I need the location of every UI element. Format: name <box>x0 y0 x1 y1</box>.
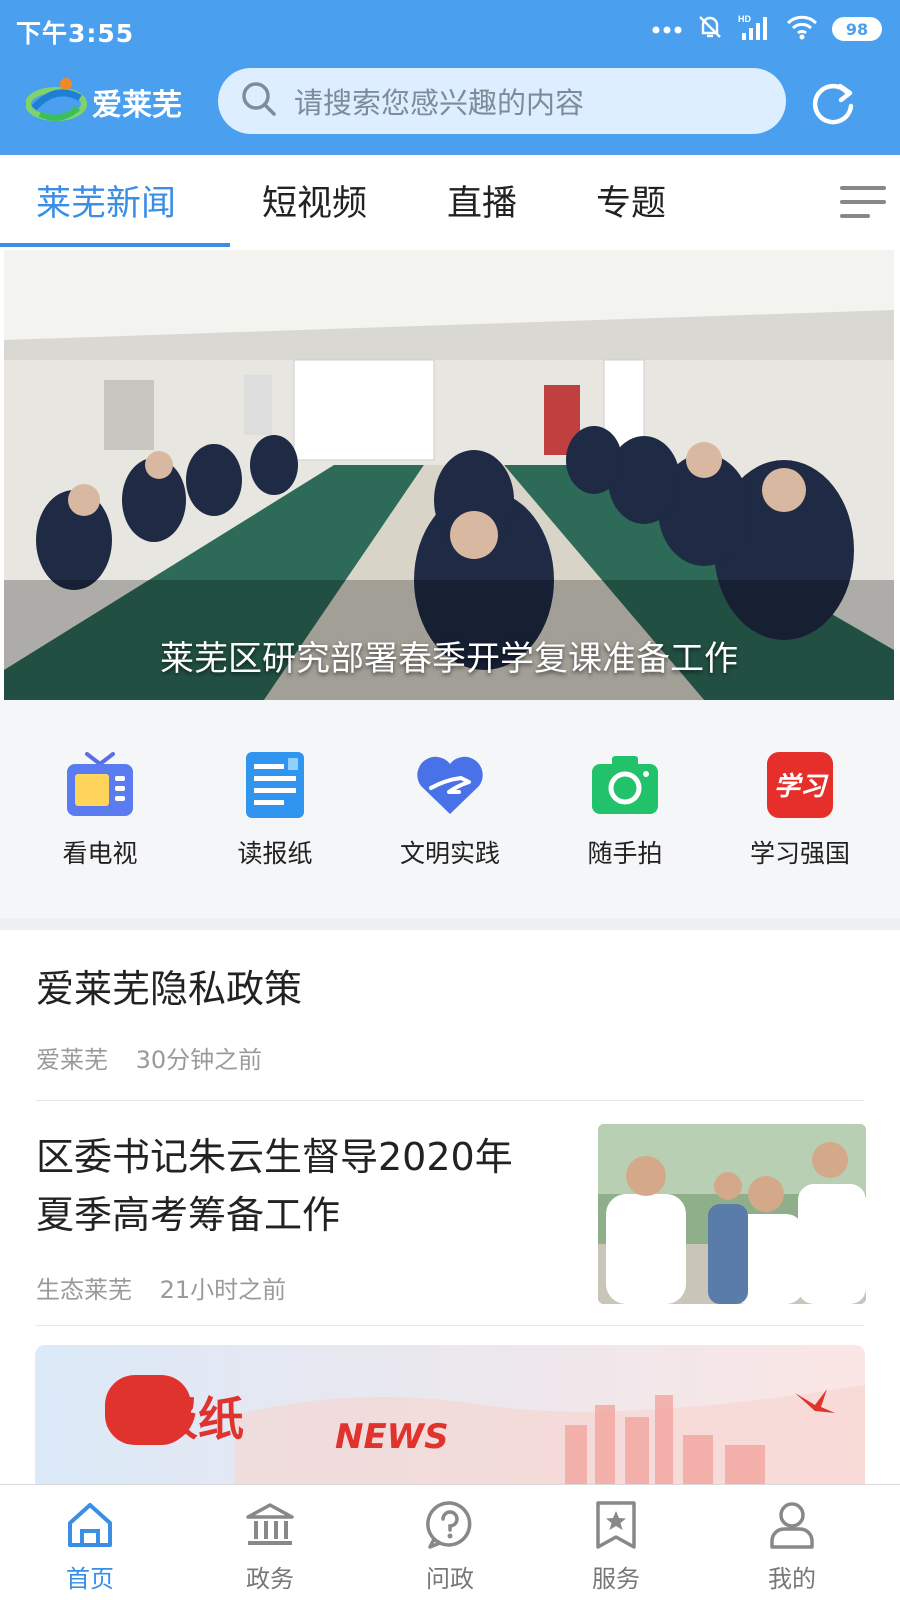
quick-links: 看电视 读报纸 文明实践 随手拍 学习 学习强国 <box>0 700 900 918</box>
section-divider <box>0 918 900 930</box>
nav-label: 问政 <box>426 1565 474 1593</box>
promo-title: 看报纸 <box>106 1383 278 1449</box>
news-title-line: 区委书记朱云生督导2020年 <box>36 1135 513 1179</box>
news-divider <box>36 1100 864 1101</box>
news-thumbnail[interactable] <box>598 1124 866 1304</box>
tab-laiwu-news[interactable]: 莱芜新闻 <box>36 175 176 226</box>
user-icon <box>766 1499 818 1551</box>
status-time: 下午3:55 <box>16 19 135 48</box>
refresh-button[interactable] <box>808 78 858 128</box>
promo-subtitle: NEWS <box>335 1417 449 1457</box>
news-source: 爱莱芜 <box>36 1046 108 1074</box>
news-meta: 爱莱芜 30分钟之前 <box>36 1040 262 1075</box>
newspaper-promo-banner[interactable]: 看报纸 NEWS <box>35 1345 865 1485</box>
news-thumbnail-photo <box>598 1124 866 1304</box>
refresh-icon <box>808 83 858 132</box>
news-divider <box>36 1325 864 1326</box>
hamburger-menu-icon <box>840 186 888 225</box>
app-name: 爱莱芜 <box>92 88 182 123</box>
status-bar: 下午3:55 HD 98 <box>0 0 900 58</box>
mute-bell-icon <box>696 13 724 45</box>
app-logo: 爱莱芜 <box>25 72 196 132</box>
nav-inquiry[interactable]: 问政 <box>390 1499 510 1594</box>
quick-link-label: 随手拍 <box>587 839 663 868</box>
signal-icon: HD <box>738 13 772 45</box>
quick-link-label: 看电视 <box>62 839 138 868</box>
quick-link-newspaper[interactable]: 读报纸 <box>205 748 345 870</box>
battery-indicator: 98 <box>832 17 882 41</box>
news-time: 21小时之前 <box>159 1276 287 1304</box>
xuexi-icon: 学习 <box>763 748 837 822</box>
promo-title-text: 看报纸 <box>106 1392 244 1446</box>
nav-label: 我的 <box>768 1565 816 1593</box>
nav-government[interactable]: 政务 <box>210 1499 330 1594</box>
tab-live[interactable]: 直播 <box>447 175 517 226</box>
status-icons: HD 98 <box>652 14 882 44</box>
news-title-line: 夏季高考筹备工作 <box>36 1193 341 1237</box>
bottom-navigation: 首页 政务 问政 服务 我的 <box>0 1484 900 1600</box>
quick-link-civilization[interactable]: 文明实践 <box>380 748 520 870</box>
quick-link-snapshot[interactable]: 随手拍 <box>555 748 695 870</box>
government-icon <box>244 1499 296 1551</box>
channel-tabs: 莱芜新闻 短视频 直播 专题 <box>0 155 900 249</box>
news-source: 生态莱芜 <box>36 1276 132 1304</box>
app-header: 下午3:55 HD 98 爱莱芜 请搜索您感兴趣的内容 <box>0 0 900 155</box>
channel-menu-button[interactable] <box>840 183 888 221</box>
nav-profile[interactable]: 我的 <box>732 1499 852 1594</box>
nav-label: 首页 <box>66 1565 114 1593</box>
newspaper-icon <box>238 748 312 822</box>
more-dots-icon <box>652 20 682 39</box>
active-tab-indicator <box>0 243 230 247</box>
nav-services[interactable]: 服务 <box>556 1499 676 1594</box>
quick-link-xuexi[interactable]: 学习 学习强国 <box>730 748 870 870</box>
home-icon <box>64 1499 116 1551</box>
headline-banner[interactable]: 莱芜区研究部署春季开学复课准备工作 <box>4 250 894 700</box>
news-time: 30分钟之前 <box>135 1046 263 1074</box>
tab-topics[interactable]: 专题 <box>596 175 666 226</box>
news-title[interactable]: 爱莱芜隐私政策 <box>36 958 302 1013</box>
tv-icon <box>63 748 137 822</box>
quick-link-label: 文明实践 <box>399 839 500 868</box>
nav-label: 服务 <box>592 1565 640 1593</box>
banner-caption: 莱芜区研究部署春季开学复课准备工作 <box>160 639 738 679</box>
search-icon <box>240 80 278 122</box>
bookmark-star-icon <box>590 1499 642 1551</box>
news-title[interactable]: 区委书记朱云生督导2020年 夏季高考筹备工作 <box>36 1128 576 1244</box>
search-placeholder: 请搜索您感兴趣的内容 <box>294 86 585 120</box>
quick-link-label: 读报纸 <box>237 839 313 868</box>
tab-short-video[interactable]: 短视频 <box>262 175 367 226</box>
svg-text:HD: HD <box>738 14 751 24</box>
logo-mark-icon <box>25 74 88 130</box>
question-icon <box>424 1499 476 1551</box>
camera-icon <box>588 748 662 822</box>
nav-home[interactable]: 首页 <box>30 1499 150 1594</box>
svg-text:学习: 学习 <box>774 772 829 802</box>
nav-label: 政务 <box>246 1565 294 1593</box>
wifi-icon <box>786 14 818 44</box>
quick-link-tv[interactable]: 看电视 <box>30 748 170 870</box>
search-bar[interactable]: 请搜索您感兴趣的内容 <box>218 68 786 134</box>
news-meta: 生态莱芜 21小时之前 <box>36 1270 286 1305</box>
heart-hand-icon <box>413 748 487 822</box>
quick-link-label: 学习强国 <box>749 839 850 868</box>
